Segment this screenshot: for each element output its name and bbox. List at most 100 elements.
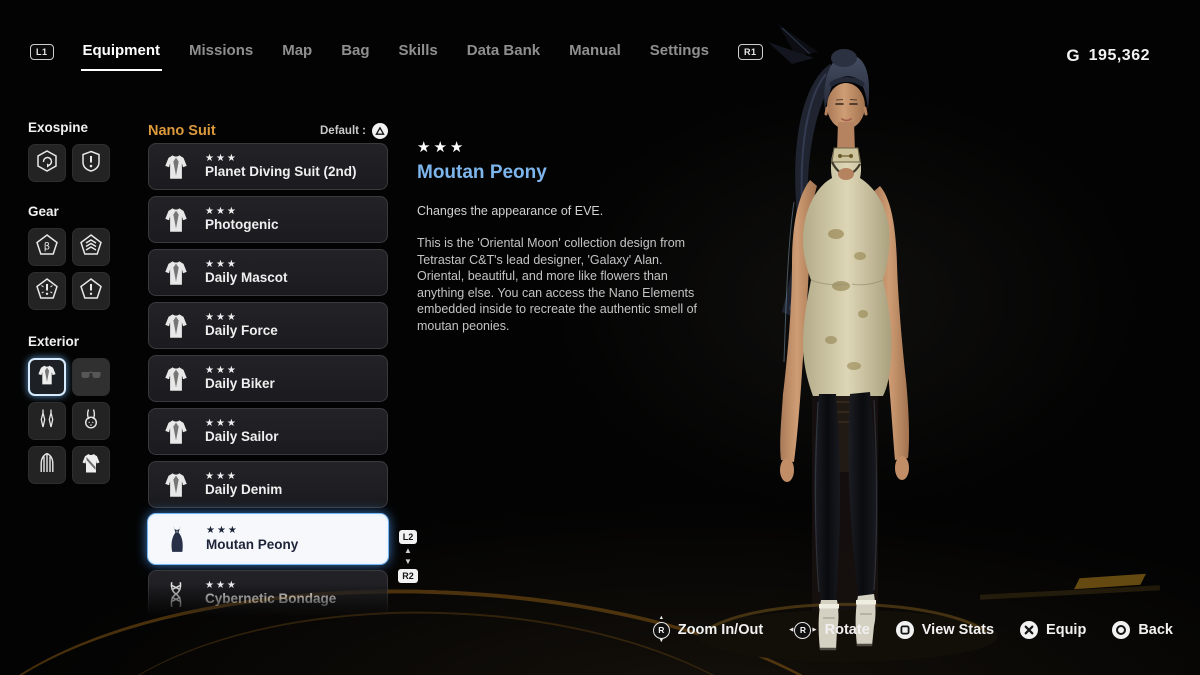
default-button[interactable]: Default : bbox=[320, 123, 388, 139]
gear-slot-1[interactable] bbox=[28, 228, 66, 266]
dress-item-icon bbox=[160, 522, 194, 556]
gear-layers-icon bbox=[79, 233, 103, 262]
list-item-planet-diving-suit[interactable]: ★★★Planet Diving Suit (2nd) bbox=[148, 143, 388, 190]
rabbit-mask-icon bbox=[79, 407, 103, 436]
list-item-daily-force[interactable]: ★★★Daily Force bbox=[148, 302, 388, 349]
tab-equipment[interactable]: Equipment bbox=[83, 42, 161, 62]
action-zoom[interactable]: ▲ R ▼ Zoom In/Out bbox=[653, 616, 763, 644]
hair-ornament bbox=[768, 24, 818, 64]
gear-burst-icon bbox=[35, 277, 59, 306]
exterior-slot-hair[interactable] bbox=[28, 446, 66, 484]
scroll-up-icon: ▲ bbox=[404, 547, 412, 555]
rarity-stars: ★★★ bbox=[205, 365, 275, 377]
hair-icon bbox=[35, 451, 59, 480]
suit-item-icon bbox=[159, 256, 193, 290]
detail-item-title: Moutan Peony bbox=[417, 162, 709, 184]
gear-alert-icon bbox=[79, 277, 103, 306]
scroll-down-icon: ▼ bbox=[404, 558, 412, 566]
detail-description: This is the 'Oriental Moon' collection d… bbox=[417, 235, 709, 334]
rarity-stars: ★★★ bbox=[205, 312, 278, 324]
jacket-icon bbox=[79, 451, 103, 480]
gold-icon: G bbox=[1066, 46, 1079, 66]
suit-item-icon bbox=[159, 362, 193, 396]
list-item-cybernetic-bondage[interactable]: ★★★Cybernetic Bondage bbox=[148, 570, 388, 617]
exospine-slots bbox=[28, 144, 124, 182]
list-item-moutan-peony-selected[interactable]: ★★★Moutan Peony bbox=[148, 514, 388, 564]
exterior-slot-jacket[interactable] bbox=[72, 446, 110, 484]
exospine-cycle-icon bbox=[35, 149, 59, 178]
list-scroll-hints: L2 ▲ ▼ R2 bbox=[395, 530, 421, 583]
tab-map[interactable]: Map bbox=[282, 42, 312, 62]
gear-slot-4[interactable] bbox=[72, 272, 110, 310]
gear-slots bbox=[28, 228, 124, 310]
item-detail-panel: ★★★ Moutan Peony Changes the appearance … bbox=[417, 138, 709, 334]
rarity-stars: ★★★ bbox=[206, 525, 298, 537]
action-view-stats[interactable]: View Stats bbox=[896, 621, 994, 639]
harness-item-icon bbox=[159, 577, 193, 611]
gold-counter: G 195,362 bbox=[1066, 46, 1150, 66]
exterior-section-label: Exterior bbox=[28, 334, 140, 349]
nano-suit-icon bbox=[35, 363, 59, 392]
nano-suit-list: Nano Suit Default : ★★★Planet Diving Sui… bbox=[148, 122, 388, 623]
detail-summary: Changes the appearance of EVE. bbox=[417, 204, 709, 218]
suit-item-icon bbox=[159, 468, 193, 502]
tab-missions[interactable]: Missions bbox=[189, 42, 253, 62]
rarity-stars: ★★★ bbox=[205, 471, 282, 483]
exterior-slot-nano-suit[interactable] bbox=[28, 358, 66, 396]
right-stick-updown-icon: ▲ R ▼ bbox=[653, 616, 670, 644]
exospine-slot-2[interactable] bbox=[72, 144, 110, 182]
action-rotate[interactable]: ◀ R ▶ Rotate bbox=[789, 622, 870, 639]
character-head bbox=[824, 49, 869, 129]
cross-button-icon bbox=[1020, 621, 1038, 639]
rarity-stars: ★★★ bbox=[205, 418, 279, 430]
right-stick-leftright-icon: ◀ R ▶ bbox=[789, 622, 816, 639]
character-eve-render bbox=[690, 22, 1000, 672]
tab-manual[interactable]: Manual bbox=[569, 42, 621, 62]
gear-section-label: Gear bbox=[28, 204, 140, 219]
character-preview-viewport[interactable] bbox=[690, 22, 1000, 672]
gold-amount: 195,362 bbox=[1089, 47, 1150, 65]
rarity-stars: ★★★ bbox=[205, 206, 279, 218]
gear-slot-3[interactable] bbox=[28, 272, 66, 310]
list-item-daily-denim[interactable]: ★★★Daily Denim bbox=[148, 461, 388, 508]
triangle-button-icon bbox=[372, 123, 388, 139]
square-button-icon bbox=[896, 621, 914, 639]
tab-data-bank[interactable]: Data Bank bbox=[467, 42, 540, 62]
exospine-section-label: Exospine bbox=[28, 120, 140, 135]
equipment-sidebar: Exospine Gear Exterior bbox=[28, 120, 140, 484]
exospine-slot-1[interactable] bbox=[28, 144, 66, 182]
glasses-icon bbox=[79, 363, 103, 392]
exterior-slot-glasses[interactable] bbox=[72, 358, 110, 396]
list-item-daily-mascot[interactable]: ★★★Daily Mascot bbox=[148, 249, 388, 296]
gear-beta-icon bbox=[35, 233, 59, 262]
action-back[interactable]: Back bbox=[1112, 621, 1173, 639]
detail-rarity-stars: ★★★ bbox=[417, 138, 709, 156]
equipment-screen: L1 Equipment Missions Map Bag Skills Dat… bbox=[0, 0, 1200, 675]
action-equip[interactable]: Equip bbox=[1020, 621, 1086, 639]
suit-item-icon bbox=[159, 150, 193, 184]
rarity-stars: ★★★ bbox=[205, 153, 357, 165]
l2-scroll-hint: L2 bbox=[399, 530, 418, 544]
list-item-daily-biker[interactable]: ★★★Daily Biker bbox=[148, 355, 388, 402]
exterior-slot-mask[interactable] bbox=[72, 402, 110, 440]
l1-shoulder-hint: L1 bbox=[30, 44, 54, 60]
earrings-icon bbox=[35, 407, 59, 436]
exterior-slots bbox=[28, 358, 124, 484]
exospine-alert-icon bbox=[79, 149, 103, 178]
action-bar: ▲ R ▼ Zoom In/Out ◀ R ▶ Rotate View Stat… bbox=[653, 616, 1173, 644]
tab-bag[interactable]: Bag bbox=[341, 42, 369, 62]
top-navigation: L1 Equipment Missions Map Bag Skills Dat… bbox=[30, 42, 763, 62]
moutan-peony-dress bbox=[803, 148, 892, 396]
list-header: Nano Suit Default : bbox=[148, 122, 388, 139]
tab-skills[interactable]: Skills bbox=[399, 42, 438, 62]
list-item-photogenic[interactable]: ★★★Photogenic bbox=[148, 196, 388, 243]
exterior-slot-earrings[interactable] bbox=[28, 402, 66, 440]
floor-marking bbox=[980, 585, 1160, 599]
gear-slot-2[interactable] bbox=[72, 228, 110, 266]
list-item-daily-sailor[interactable]: ★★★Daily Sailor bbox=[148, 408, 388, 455]
list-title: Nano Suit bbox=[148, 123, 216, 139]
suit-item-icon bbox=[159, 309, 193, 343]
circle-button-icon bbox=[1112, 621, 1130, 639]
suit-item-icon bbox=[159, 203, 193, 237]
suit-item-icon bbox=[159, 415, 193, 449]
